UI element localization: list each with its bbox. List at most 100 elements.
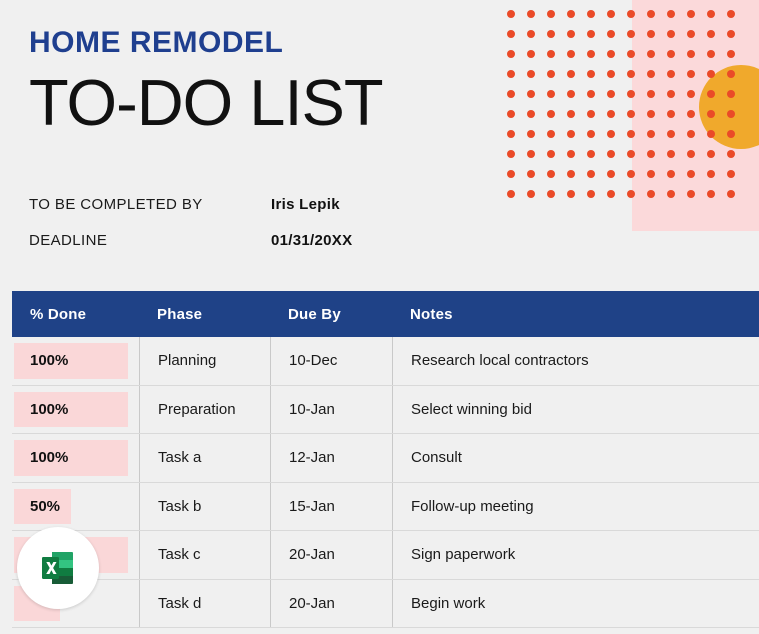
dot-grid-icon (499, 0, 759, 210)
cell-percent-done[interactable]: 100% (12, 434, 139, 482)
page-title: TO-DO LIST (29, 66, 384, 139)
dot-icon (687, 70, 695, 78)
column-header-percent-done[interactable]: % Done (12, 306, 139, 323)
dot-icon (627, 190, 635, 198)
dot-icon (647, 110, 655, 118)
dot-icon (627, 150, 635, 158)
table-header-row: % Done Phase Due By Notes (12, 291, 759, 337)
dot-icon (707, 90, 715, 98)
meta-label-deadline: DEADLINE (29, 232, 108, 249)
dot-icon (687, 50, 695, 58)
meta-label-completed-by: TO BE COMPLETED BY (29, 196, 203, 213)
dot-icon (627, 170, 635, 178)
cell-phase[interactable]: Preparation (139, 385, 270, 433)
document-meta: TO BE COMPLETED BY Iris Lepik DEADLINE 0… (29, 196, 489, 268)
cell-notes[interactable]: Select winning bid (392, 385, 759, 433)
dot-icon (607, 130, 615, 138)
dot-icon (547, 50, 555, 58)
table-row[interactable]: 100% Preparation 10-Jan Select winning bid (12, 385, 759, 434)
meta-value-deadline: 01/31/20XX (271, 232, 353, 249)
todo-table: % Done Phase Due By Notes 100% Planning 10… (12, 291, 759, 628)
cell-percent-done[interactable]: 100% (12, 386, 139, 434)
cell-notes[interactable]: Begin work (392, 579, 759, 627)
dot-icon (647, 30, 655, 38)
dot-icon (687, 30, 695, 38)
dot-icon (587, 50, 595, 58)
dot-icon (507, 190, 515, 198)
dot-icon (547, 110, 555, 118)
table-row[interactable]: 50% Task b 15-Jan Follow-up meeting (12, 482, 759, 531)
column-header-notes[interactable]: Notes (392, 306, 759, 323)
dot-icon (647, 150, 655, 158)
dot-icon (727, 150, 735, 158)
meta-row-deadline: DEADLINE 01/31/20XX (29, 232, 489, 268)
dot-icon (587, 130, 595, 138)
dot-icon (547, 190, 555, 198)
dot-icon (707, 170, 715, 178)
table-row[interactable]: Task d 20-Jan Begin work (12, 579, 759, 628)
orange-circle-shape (699, 65, 759, 149)
cell-due-by[interactable]: 15-Jan (270, 482, 392, 530)
dot-icon (727, 170, 735, 178)
dot-icon (727, 130, 735, 138)
table-row[interactable]: 100% Task a 12-Jan Consult (12, 434, 759, 483)
dot-icon (587, 170, 595, 178)
cell-due-by[interactable]: 12-Jan (270, 434, 392, 482)
dot-icon (607, 10, 615, 18)
dot-icon (567, 110, 575, 118)
cell-phase[interactable]: Planning (139, 337, 270, 385)
dot-icon (687, 170, 695, 178)
dot-icon (607, 50, 615, 58)
table-row[interactable]: 100% Planning 10-Dec Research local contrac… (12, 337, 759, 386)
cell-notes[interactable]: Follow-up meeting (392, 482, 759, 530)
dot-icon (527, 190, 535, 198)
dot-icon (567, 190, 575, 198)
excel-app-badge[interactable] (17, 527, 99, 609)
dot-icon (627, 70, 635, 78)
dot-icon (587, 30, 595, 38)
dot-icon (587, 90, 595, 98)
dot-icon (687, 130, 695, 138)
dot-icon (667, 30, 675, 38)
cell-phase[interactable]: Task c (139, 531, 270, 579)
meta-row-completed-by: TO BE COMPLETED BY Iris Lepik (29, 196, 489, 232)
cell-percent-done[interactable]: 100% (12, 337, 139, 385)
dot-icon (667, 150, 675, 158)
dot-icon (687, 110, 695, 118)
dot-icon (707, 150, 715, 158)
dot-icon (627, 30, 635, 38)
dot-icon (547, 130, 555, 138)
dot-icon (607, 170, 615, 178)
column-header-phase[interactable]: Phase (139, 306, 270, 323)
dot-icon (607, 30, 615, 38)
cell-due-by[interactable]: 20-Jan (270, 579, 392, 627)
cell-phase[interactable]: Task d (139, 579, 270, 627)
dot-icon (667, 90, 675, 98)
cell-notes[interactable]: Sign paperwork (392, 531, 759, 579)
dot-icon (707, 110, 715, 118)
decorative-artwork (499, 0, 759, 240)
dot-icon (727, 110, 735, 118)
dot-icon (607, 150, 615, 158)
dot-icon (727, 50, 735, 58)
cell-phase[interactable]: Task b (139, 482, 270, 530)
dot-icon (587, 190, 595, 198)
cell-phase[interactable]: Task a (139, 434, 270, 482)
cell-notes[interactable]: Consult (392, 434, 759, 482)
dot-icon (667, 10, 675, 18)
dot-icon (587, 70, 595, 78)
cell-due-by[interactable]: 10-Jan (270, 385, 392, 433)
cell-due-by[interactable]: 10-Dec (270, 337, 392, 385)
table-body: 100% Planning 10-Dec Research local contrac… (12, 337, 759, 628)
percent-label: 100% (30, 352, 69, 370)
cell-notes[interactable]: Research local contractors (392, 337, 759, 385)
cell-percent-done[interactable]: 50% (12, 483, 139, 531)
dot-icon (527, 30, 535, 38)
dot-icon (507, 170, 515, 178)
page-eyebrow-title: HOME REMODEL (29, 26, 284, 59)
dot-icon (707, 30, 715, 38)
column-header-due-by[interactable]: Due By (270, 306, 392, 323)
dot-icon (607, 110, 615, 118)
cell-due-by[interactable]: 20-Jan (270, 531, 392, 579)
table-row[interactable]: Task c 20-Jan Sign paperwork (12, 531, 759, 580)
